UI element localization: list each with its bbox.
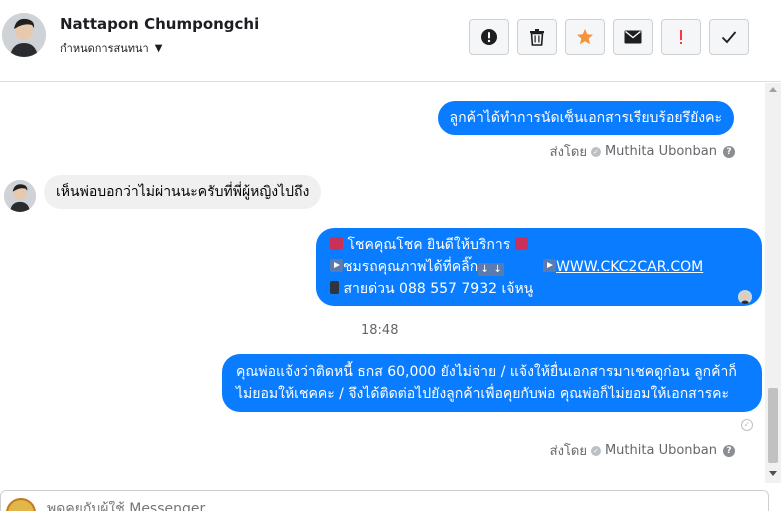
message-incoming[interactable]: เห็นพ่อบอกว่าไม่ผ่านนะครับที่พี่ผู้หญิงไ… xyxy=(44,175,322,209)
star-button[interactable] xyxy=(565,19,605,55)
delivered-check-icon: ✓ xyxy=(741,419,753,431)
play-button-icon xyxy=(543,259,557,272)
promo-line-3-text: สายด่วน 088 557 7932 เจ้หนู xyxy=(343,281,534,297)
red-square-icon xyxy=(514,237,528,250)
help-icon[interactable]: ? xyxy=(723,444,735,457)
promo-line-3: สายด่วน 088 557 7932 เจ้หนู xyxy=(330,278,748,300)
conversation-schedule-label: กำหนดการสนทนา xyxy=(60,42,149,55)
sent-by-agent[interactable]: Muthita Ubonban xyxy=(605,443,717,458)
promo-line-2-text: ชมรถคุณภาพได้ที่คลิ๊ก xyxy=(343,259,479,275)
sent-by-prefix: ส่งโดย xyxy=(549,444,587,459)
contact-avatar[interactable] xyxy=(2,13,46,57)
promo-line-2: ชมรถคุณภาพได้ที่คลิ๊ก ↓ ↓ WWW.CKC2CAR.COM xyxy=(330,256,748,278)
mobile-phone-icon xyxy=(330,281,339,294)
message-text: คุณพ่อแจ้งว่าติดหนี้ ธกส 60,000 ยังไม่จ่… xyxy=(236,364,737,402)
sent-by-agent[interactable]: Muthita Ubonban xyxy=(605,144,717,159)
down-arrow-icon: ↓ xyxy=(478,263,492,276)
message-timestamp: 18:48 xyxy=(361,323,399,338)
conversation-schedule-dropdown[interactable]: กำหนดการสนทนา ▼ xyxy=(60,39,162,57)
report-button[interactable] xyxy=(469,19,509,55)
promo-line-1-text: โชคคุณโชค ยินดีให้บริการ xyxy=(347,237,511,253)
message-input[interactable] xyxy=(47,501,647,511)
check-icon xyxy=(721,31,737,44)
messenger-inbox: Nattapon Chumpongchi กำหนดการสนทนา ▼ ลูก… xyxy=(0,0,781,511)
verified-check-icon: ✓ xyxy=(590,146,601,157)
caret-down-icon: ▼ xyxy=(154,42,163,54)
exclamation-icon xyxy=(680,30,682,44)
mark-unread-button[interactable] xyxy=(613,19,653,55)
done-button[interactable] xyxy=(709,19,749,55)
flag-button[interactable] xyxy=(661,19,701,55)
play-button-icon xyxy=(330,259,343,272)
trash-icon xyxy=(530,29,544,46)
sent-by-label: ส่งโดย ✓ Muthita Ubonban ? xyxy=(550,141,735,162)
delete-button[interactable] xyxy=(517,19,557,55)
contact-avatar-small xyxy=(4,180,36,212)
message-outgoing[interactable]: ลูกค้าได้ทำการนัดเซ็นเอกสารเรียบร้อยรึยั… xyxy=(437,101,734,135)
scroll-down-arrow-icon[interactable] xyxy=(769,471,777,476)
message-text: เห็นพ่อบอกว่าไม่ผ่านนะครับที่พี่ผู้หญิงไ… xyxy=(56,184,310,200)
scroll-thumb[interactable] xyxy=(768,388,778,463)
thread-scrollbar[interactable] xyxy=(765,83,781,483)
action-toolbar xyxy=(469,19,749,55)
scroll-up-arrow-icon[interactable] xyxy=(769,87,777,92)
verified-check-icon: ✓ xyxy=(590,445,601,456)
message-thread[interactable]: ลูกค้าได้ทำการนัดเซ็นเอกสารเรียบร้อยรึยั… xyxy=(0,83,765,483)
message-text: ลูกค้าได้ทำการนัดเซ็นเอกสารเรียบร้อยรึยั… xyxy=(449,110,722,126)
red-square-icon xyxy=(330,237,343,250)
conversation-header: Nattapon Chumpongchi กำหนดการสนทนา ▼ xyxy=(0,0,781,82)
seen-avatar xyxy=(738,290,752,304)
page-avatar xyxy=(6,498,36,511)
help-icon[interactable]: ? xyxy=(723,145,735,158)
envelope-icon xyxy=(624,30,642,44)
alert-circle-icon xyxy=(481,29,497,45)
down-arrow-icon: ↓ xyxy=(491,263,505,276)
promo-line-1: โชคคุณโชค ยินดีให้บริการ xyxy=(330,234,748,256)
message-composer xyxy=(0,490,769,511)
website-link[interactable]: WWW.CKC2CAR.COM xyxy=(556,259,703,275)
star-icon xyxy=(577,29,593,45)
message-outgoing-promo[interactable]: โชคคุณโชค ยินดีให้บริการ ชมรถคุณภาพได้ที… xyxy=(316,228,762,306)
contact-name[interactable]: Nattapon Chumpongchi xyxy=(60,15,259,33)
sent-by-prefix: ส่งโดย xyxy=(549,145,587,160)
sent-by-label: ส่งโดย ✓ Muthita Ubonban ? xyxy=(550,440,735,461)
message-outgoing[interactable]: คุณพ่อแจ้งว่าติดหนี้ ธกส 60,000 ยังไม่จ่… xyxy=(222,354,762,412)
